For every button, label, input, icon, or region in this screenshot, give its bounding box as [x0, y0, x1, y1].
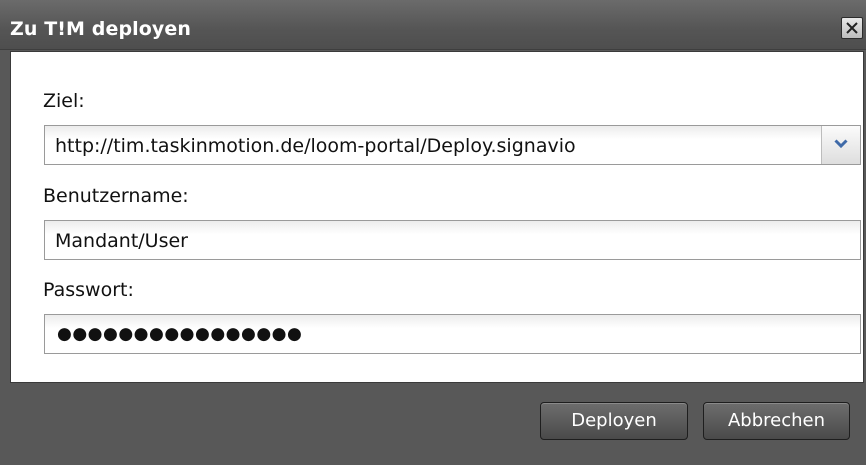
- cancel-button[interactable]: Abbrechen: [703, 402, 850, 440]
- form-panel: Ziel: http://tim.taskinmotion.de/loom-po…: [10, 51, 864, 383]
- deploy-dialog: Zu T!M deployen Ziel: http://tim.taskinm…: [0, 0, 866, 465]
- benutzername-label: Benutzername:: [43, 185, 189, 207]
- benutzername-input[interactable]: Mandant/User: [44, 220, 861, 260]
- benutzername-value: Mandant/User: [55, 230, 188, 252]
- ziel-combobox[interactable]: http://tim.taskinmotion.de/loom-portal/D…: [44, 125, 861, 165]
- chevron-down-icon: [834, 139, 848, 149]
- dialog-title: Zu T!M deployen: [10, 18, 192, 40]
- deploy-button[interactable]: Deployen: [540, 402, 688, 440]
- passwort-value: ●●●●●●●●●●●●●●●●: [57, 324, 303, 344]
- ziel-dropdown-button[interactable]: [821, 126, 860, 164]
- ziel-value: http://tim.taskinmotion.de/loom-portal/D…: [55, 135, 576, 157]
- ziel-label: Ziel:: [43, 90, 85, 112]
- close-icon: [846, 22, 858, 34]
- passwort-input[interactable]: ●●●●●●●●●●●●●●●●: [44, 314, 861, 354]
- dialog-titlebar[interactable]: Zu T!M deployen: [0, 0, 866, 50]
- close-button[interactable]: [841, 17, 863, 39]
- passwort-label: Passwort:: [43, 279, 134, 301]
